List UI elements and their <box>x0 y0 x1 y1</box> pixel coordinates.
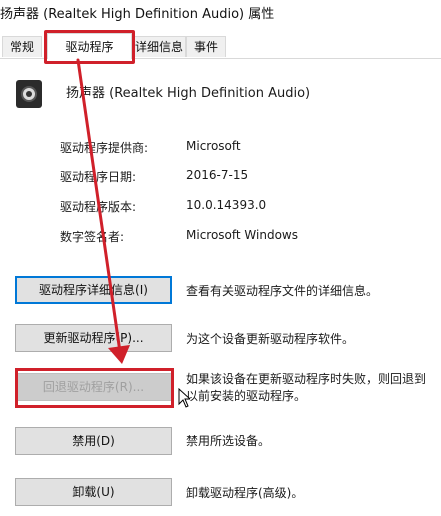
title-bar: 扬声器 (Realtek High Definition Audio) 属性 <box>0 0 441 28</box>
date-value: 2016-7-15 <box>186 168 249 182</box>
signer-value: Microsoft Windows <box>186 228 298 242</box>
driver-details-description: 查看有关驱动程序文件的详细信息。 <box>186 284 379 298</box>
tab-highlight-box <box>44 30 135 64</box>
device-name: 扬声器 (Realtek High Definition Audio) <box>66 86 311 101</box>
tab-events[interactable]: 事件 <box>186 36 226 57</box>
tab-details[interactable]: 详细信息 <box>132 36 186 57</box>
disable-device-description: 禁用所选设备。 <box>186 434 271 448</box>
mouse-pointer-icon <box>178 388 190 408</box>
provider-label: 驱动程序提供商: <box>60 141 149 155</box>
tab-general[interactable]: 常规 <box>2 36 42 57</box>
uninstall-device-button[interactable]: 卸载(U) <box>15 478 172 506</box>
version-label: 驱动程序版本: <box>60 200 137 214</box>
speaker-icon <box>16 80 42 108</box>
update-driver-description: 为这个设备更新驱动程序软件。 <box>186 332 355 346</box>
version-value: 10.0.14393.0 <box>186 198 267 212</box>
roll-back-driver-description: 如果该设备在更新驱动程序时失败，则回退到以前安装的驱动程序。 <box>186 372 427 403</box>
uninstall-device-description: 卸载驱动程序(高级)。 <box>186 486 304 500</box>
update-driver-button[interactable]: 更新驱动程序(P)... <box>15 324 172 352</box>
provider-value: Microsoft <box>186 139 241 153</box>
signer-label: 数字签名者: <box>60 230 125 244</box>
window-title: 扬声器 (Realtek High Definition Audio) 属性 <box>0 7 275 22</box>
disable-device-button[interactable]: 禁用(D) <box>15 427 172 455</box>
date-label: 驱动程序日期: <box>60 170 137 184</box>
roll-back-highlight-box <box>15 368 174 408</box>
driver-details-button[interactable]: 驱动程序详细信息(I) <box>15 276 172 304</box>
